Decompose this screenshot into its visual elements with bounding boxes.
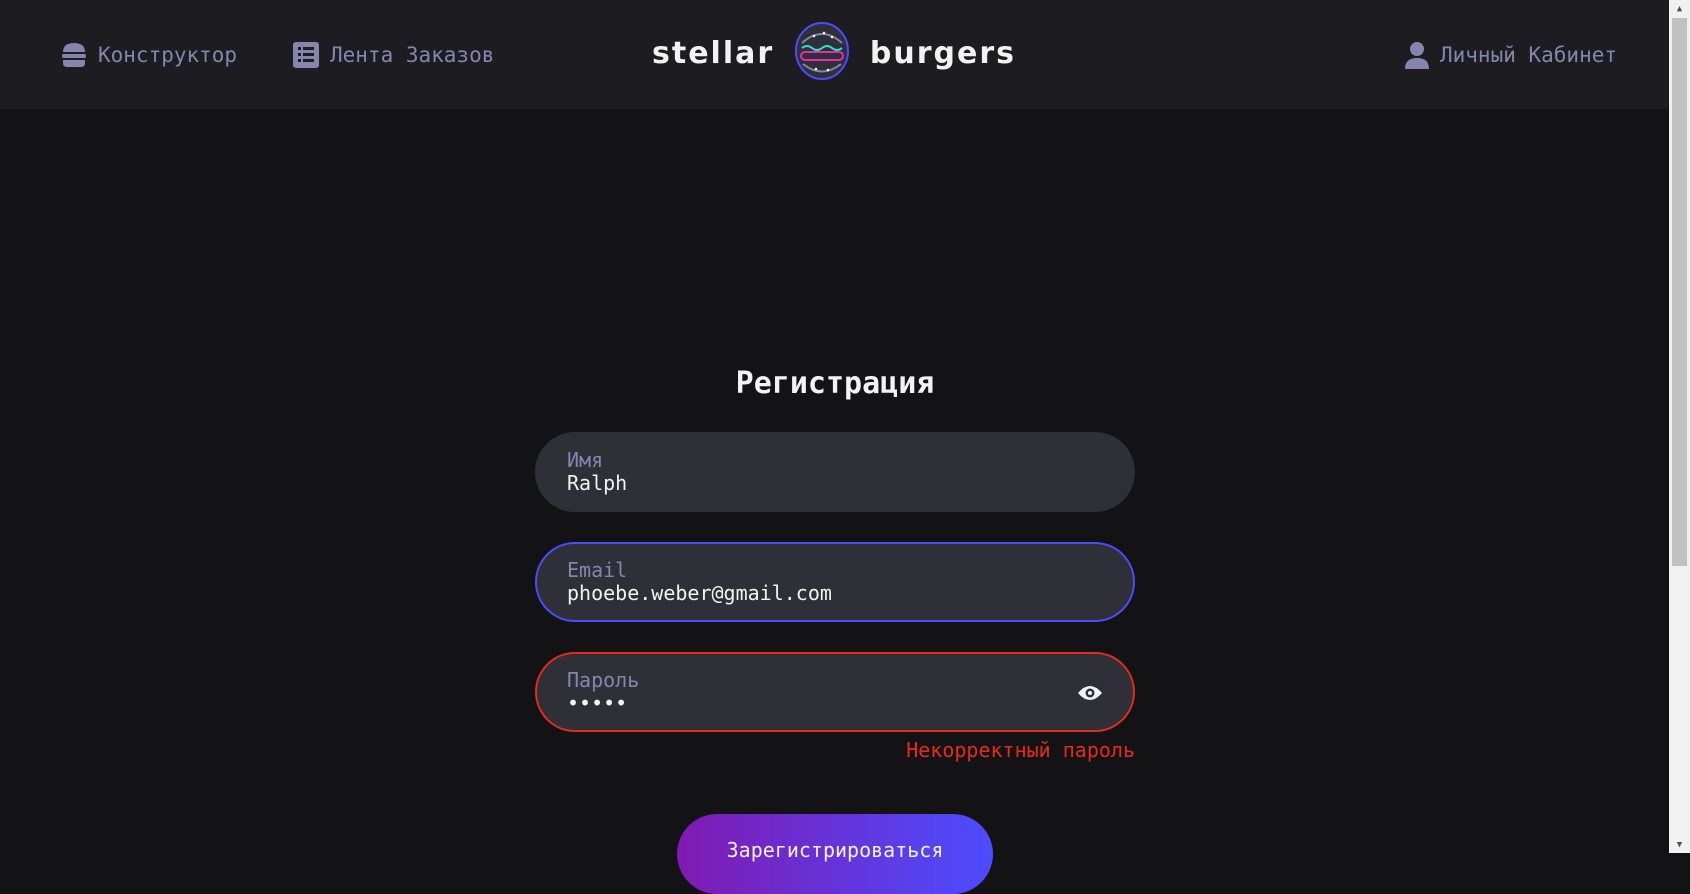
scroll-up-arrow-icon[interactable]: ▲ xyxy=(1669,0,1690,17)
scrollbar[interactable]: ▲ ▼ xyxy=(1669,0,1690,853)
app-header: Конструктор Лента Заказов stellar burger… xyxy=(0,0,1669,109)
logo-text-left: stellar xyxy=(652,35,775,71)
email-field[interactable]: Email phoebe.weber@gmail.com xyxy=(535,542,1135,622)
name-field[interactable]: Имя Ralph xyxy=(535,432,1135,512)
nav-order-feed-label: Лента Заказов xyxy=(330,42,495,67)
name-field-value[interactable]: Ralph xyxy=(567,472,1133,494)
password-field-label: Пароль xyxy=(567,668,640,692)
nav-profile-label: Личный Кабинет xyxy=(1440,42,1618,67)
password-error-message: Некорректный пароль xyxy=(906,738,1135,762)
email-field-value[interactable]: phoebe.weber@gmail.com xyxy=(567,582,1133,604)
user-icon xyxy=(1404,41,1430,69)
scrollbar-thumb[interactable] xyxy=(1672,18,1687,566)
logo[interactable]: stellar burgers xyxy=(652,20,1016,86)
list-icon xyxy=(292,41,320,69)
eye-icon[interactable] xyxy=(1077,680,1103,706)
burger-icon xyxy=(60,41,88,69)
register-button[interactable]: Зарегистрироваться xyxy=(677,814,993,894)
logo-text-right: burgers xyxy=(869,35,1016,71)
nav-constructor-label: Конструктор xyxy=(98,42,238,67)
scroll-down-arrow-icon[interactable]: ▼ xyxy=(1669,836,1690,853)
nav-constructor[interactable]: Конструктор xyxy=(60,0,237,109)
page-title: Регистрация xyxy=(735,366,935,401)
nav-order-feed[interactable]: Лента Заказов xyxy=(292,0,494,109)
register-button-label: Зарегистрироваться xyxy=(726,838,944,862)
email-field-label: Email xyxy=(567,558,628,582)
name-field-label: Имя xyxy=(567,448,604,472)
logo-burger-icon xyxy=(794,21,850,85)
password-field[interactable]: Пароль ••••• xyxy=(535,652,1135,732)
password-field-value[interactable]: ••••• xyxy=(567,692,1133,714)
nav-profile[interactable]: Личный Кабинет xyxy=(1404,0,1617,109)
